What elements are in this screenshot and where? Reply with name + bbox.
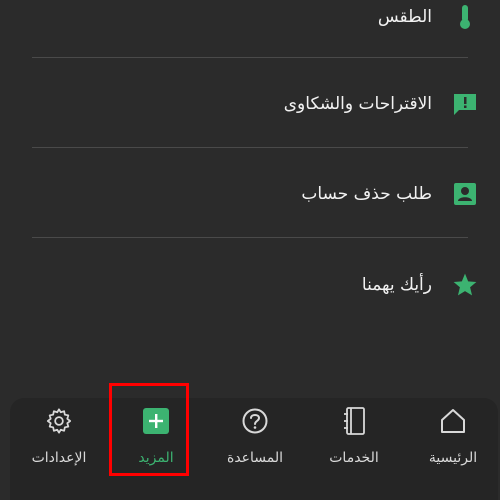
menu-item-rate-us[interactable]: رأيك يهمنا	[0, 265, 500, 305]
menu-item-label: الاقتراحات والشكاوى	[283, 94, 432, 114]
divider	[32, 147, 468, 148]
menu-item-label: الطقس	[377, 7, 432, 27]
home-icon	[438, 406, 468, 436]
menu-item-suggestions[interactable]: الاقتراحات والشكاوى	[0, 84, 500, 124]
bottom-navigation: الرئيسية الخدمات المساعدة المزيد الإعداد…	[10, 398, 498, 500]
menu-item-delete-account[interactable]: طلب حذف حساب	[0, 174, 500, 214]
menu-item-label: رأيك يهمنا	[361, 275, 432, 295]
divider	[32, 57, 468, 58]
help-icon	[240, 406, 270, 436]
thermometer-icon	[450, 2, 480, 32]
plus-box-icon	[141, 406, 171, 436]
nav-item-more[interactable]: المزيد	[111, 398, 201, 478]
nav-item-home[interactable]: الرئيسية	[408, 398, 498, 478]
feedback-icon	[450, 89, 480, 119]
menu-item-weather[interactable]: الطقس	[0, 0, 500, 37]
nav-item-help[interactable]: المساعدة	[210, 398, 300, 478]
nav-item-settings[interactable]: الإعدادات	[14, 398, 104, 478]
star-icon	[450, 270, 480, 300]
menu-item-label: طلب حذف حساب	[301, 184, 432, 204]
notebook-icon	[339, 406, 369, 436]
nav-item-services[interactable]: الخدمات	[309, 398, 399, 478]
nav-label: الإعدادات	[31, 450, 87, 466]
gear-icon	[44, 406, 74, 436]
account-card-icon	[450, 179, 480, 209]
nav-label: المساعدة	[226, 450, 284, 466]
nav-label: الخدمات	[329, 450, 379, 466]
divider	[32, 237, 468, 238]
nav-label: الرئيسية	[428, 450, 478, 466]
nav-label: المزيد	[138, 450, 174, 466]
